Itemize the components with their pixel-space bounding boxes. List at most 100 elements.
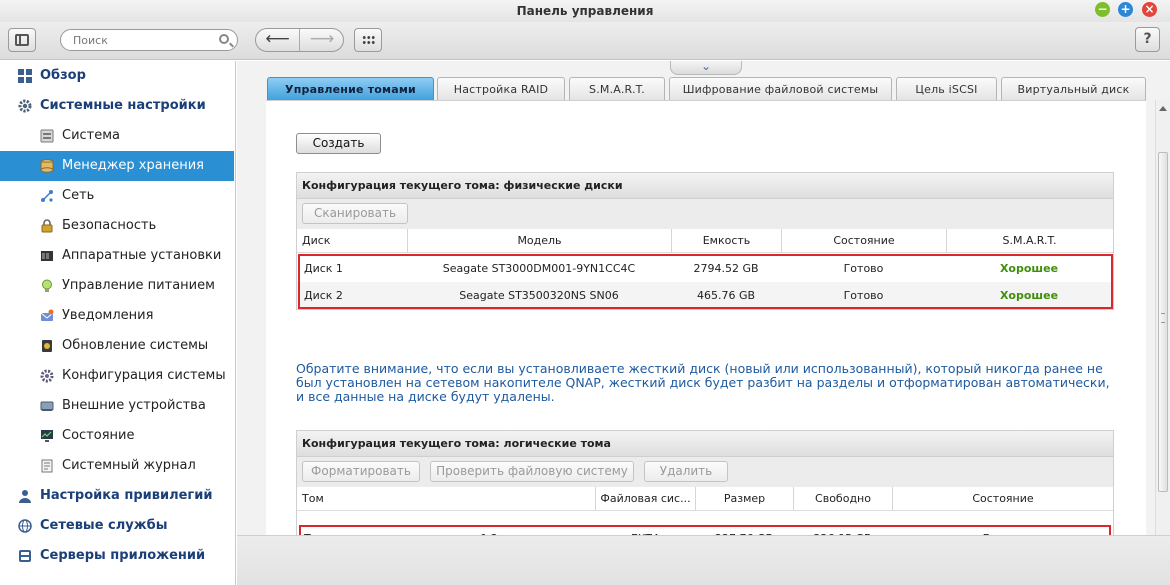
storage-icon xyxy=(40,159,54,173)
column-header-capacity[interactable]: Емкость xyxy=(671,229,781,253)
tab-volume-management[interactable]: Управление томами xyxy=(267,77,434,101)
notification-icon xyxy=(40,309,54,321)
tab-filesystem-encryption[interactable]: Шифрование файловой системы xyxy=(669,77,892,101)
column-header-filesystem[interactable]: Файловая сис... xyxy=(595,487,695,511)
sidebar-item-app-servers[interactable]: Серверы приложений xyxy=(0,541,234,571)
sidebar-item-system-log[interactable]: Системный журнал xyxy=(0,451,234,481)
tab-iscsi-target[interactable]: Цель iSCSI xyxy=(896,77,997,101)
user-icon xyxy=(19,490,31,503)
app-grid-button[interactable] xyxy=(354,28,382,52)
sidebar-item-label: Внешние устройства xyxy=(62,398,206,413)
sidebar-item-system-config[interactable]: Конфигурация системы xyxy=(0,361,234,391)
column-header-size[interactable]: Размер xyxy=(695,487,793,511)
column-header-model[interactable]: Модель xyxy=(407,229,671,253)
sidebar-item-label: Серверы приложений xyxy=(40,548,206,563)
navigation-buttons: ⟵ ⟶ xyxy=(255,28,344,52)
forward-button[interactable]: ⟶ xyxy=(300,29,343,51)
scrollbar-thumb[interactable] xyxy=(1158,152,1168,492)
format-button[interactable]: Форматировать xyxy=(302,461,420,482)
maximize-icon[interactable]: + xyxy=(1118,2,1133,17)
sidebar-item-label: Сетевые службы xyxy=(40,518,168,533)
sidebar-item-power[interactable]: Управление питанием xyxy=(0,271,234,301)
sidebar-item-label: Настройка привилегий xyxy=(40,488,213,503)
update-icon xyxy=(42,340,52,352)
physical-disks-section: Конфигурация текущего тома: физические д… xyxy=(296,172,1114,310)
sidebar-item-label: Состояние xyxy=(62,428,135,443)
sidebar-item-label: Сеть xyxy=(62,188,95,203)
tab-raid-settings[interactable]: Настройка RAID xyxy=(437,77,565,101)
check-filesystem-button[interactable]: Проверить файловую систему xyxy=(430,461,634,482)
bottom-bar xyxy=(237,535,1170,585)
column-header-disk[interactable]: Диск xyxy=(297,229,407,253)
chevron-down-icon: ⌄ xyxy=(700,59,712,73)
scan-button[interactable]: Сканировать xyxy=(302,203,408,224)
help-button[interactable]: ? xyxy=(1135,27,1160,52)
search-input[interactable] xyxy=(73,33,213,47)
globe-icon xyxy=(18,519,32,533)
sidebar-item-hardware[interactable]: Аппаратные установки xyxy=(0,241,234,271)
external-device-icon xyxy=(40,401,54,411)
sidebar: Обзор Системные настройки Система Менедж… xyxy=(0,61,236,585)
delete-button[interactable]: Удалить xyxy=(644,461,728,482)
physical-disks-title: Конфигурация текущего тома: физические д… xyxy=(297,173,1113,199)
sidebar-item-system[interactable]: Система xyxy=(0,121,234,151)
tab-smart[interactable]: S.M.A.R.T. xyxy=(569,77,665,101)
volume-highlight-box xyxy=(299,525,1111,535)
sidebar-item-overview[interactable]: Обзор xyxy=(0,61,234,91)
sidebar-item-external-devices[interactable]: Внешние устройства xyxy=(0,391,234,421)
search-box[interactable] xyxy=(60,29,238,51)
app-server-icon xyxy=(19,550,31,562)
sidebar-item-label: Управление питанием xyxy=(62,278,215,293)
monitor-icon xyxy=(41,430,53,442)
logical-volumes-toolbar: Форматировать Проверить файловую систему… xyxy=(297,457,1113,487)
column-header-status[interactable]: Состояние xyxy=(781,229,946,253)
window-title-bar: Панель управления − + × xyxy=(0,0,1170,22)
sidebar-item-system-update[interactable]: Обновление системы xyxy=(0,331,234,361)
create-button[interactable]: Создать xyxy=(296,133,381,154)
panel-toggle-icon xyxy=(15,34,29,46)
home-button[interactable] xyxy=(8,28,36,52)
logical-volumes-header: Том Файловая сис... Размер Свободно Сост… xyxy=(297,487,1113,511)
sidebar-item-label: Менеджер хранения xyxy=(62,158,204,173)
sidebar-item-notifications[interactable]: Уведомления xyxy=(0,301,234,331)
column-header-volume[interactable]: Том xyxy=(297,487,595,511)
grid-icon xyxy=(362,35,375,46)
config-icon xyxy=(40,369,54,383)
scroll-up-icon[interactable] xyxy=(1159,106,1167,111)
sidebar-item-storage-manager[interactable]: Менеджер хранения xyxy=(0,151,234,181)
sidebar-item-privileges[interactable]: Настройка привилегий xyxy=(0,481,234,511)
vertical-scrollbar[interactable] xyxy=(1155,100,1170,535)
hardware-icon xyxy=(41,251,53,261)
gear-icon xyxy=(18,99,32,113)
minimize-icon[interactable]: − xyxy=(1095,2,1110,17)
sidebar-item-label: Аппаратные установки xyxy=(62,248,222,263)
window-title: Панель управления xyxy=(516,4,654,18)
logical-volumes-title: Конфигурация текущего тома: логические т… xyxy=(297,431,1113,457)
system-icon xyxy=(40,129,54,143)
power-bulb-icon xyxy=(42,279,52,292)
highlight-box xyxy=(298,254,1113,309)
column-header-volume-status[interactable]: Состояние xyxy=(892,487,1113,511)
close-icon[interactable]: × xyxy=(1142,2,1157,17)
sidebar-item-network-services[interactable]: Сетевые службы xyxy=(0,511,234,541)
sidebar-item-label: Обзор xyxy=(40,68,86,83)
sidebar-item-label: Системный журнал xyxy=(62,458,196,473)
warning-notice: Обратите внимание, что если вы установли… xyxy=(296,361,1110,404)
column-header-free[interactable]: Свободно xyxy=(793,487,892,511)
column-header-smart[interactable]: S.M.A.R.T. xyxy=(946,229,1112,253)
sidebar-item-network[interactable]: Сеть xyxy=(0,181,234,211)
search-icon[interactable] xyxy=(219,34,229,44)
volume-management-panel: Создать Конфигурация текущего тома: физи… xyxy=(266,100,1146,545)
sidebar-item-security[interactable]: Безопасность xyxy=(0,211,234,241)
physical-disks-toolbar: Сканировать xyxy=(297,199,1113,229)
lock-icon xyxy=(41,219,53,233)
sidebar-item-system-settings[interactable]: Системные настройки xyxy=(0,91,234,121)
sidebar-item-label: Уведомления xyxy=(62,308,154,323)
back-button[interactable]: ⟵ xyxy=(256,29,300,51)
sidebar-item-label: Безопасность xyxy=(62,218,157,233)
tab-virtual-disk[interactable]: Виртуальный диск xyxy=(1001,77,1146,101)
logical-volumes-section: Конфигурация текущего тома: логические т… xyxy=(296,430,1114,545)
collapse-handle[interactable]: ⌄ xyxy=(670,59,742,75)
overview-icon xyxy=(18,69,32,83)
sidebar-item-status[interactable]: Состояние xyxy=(0,421,234,451)
